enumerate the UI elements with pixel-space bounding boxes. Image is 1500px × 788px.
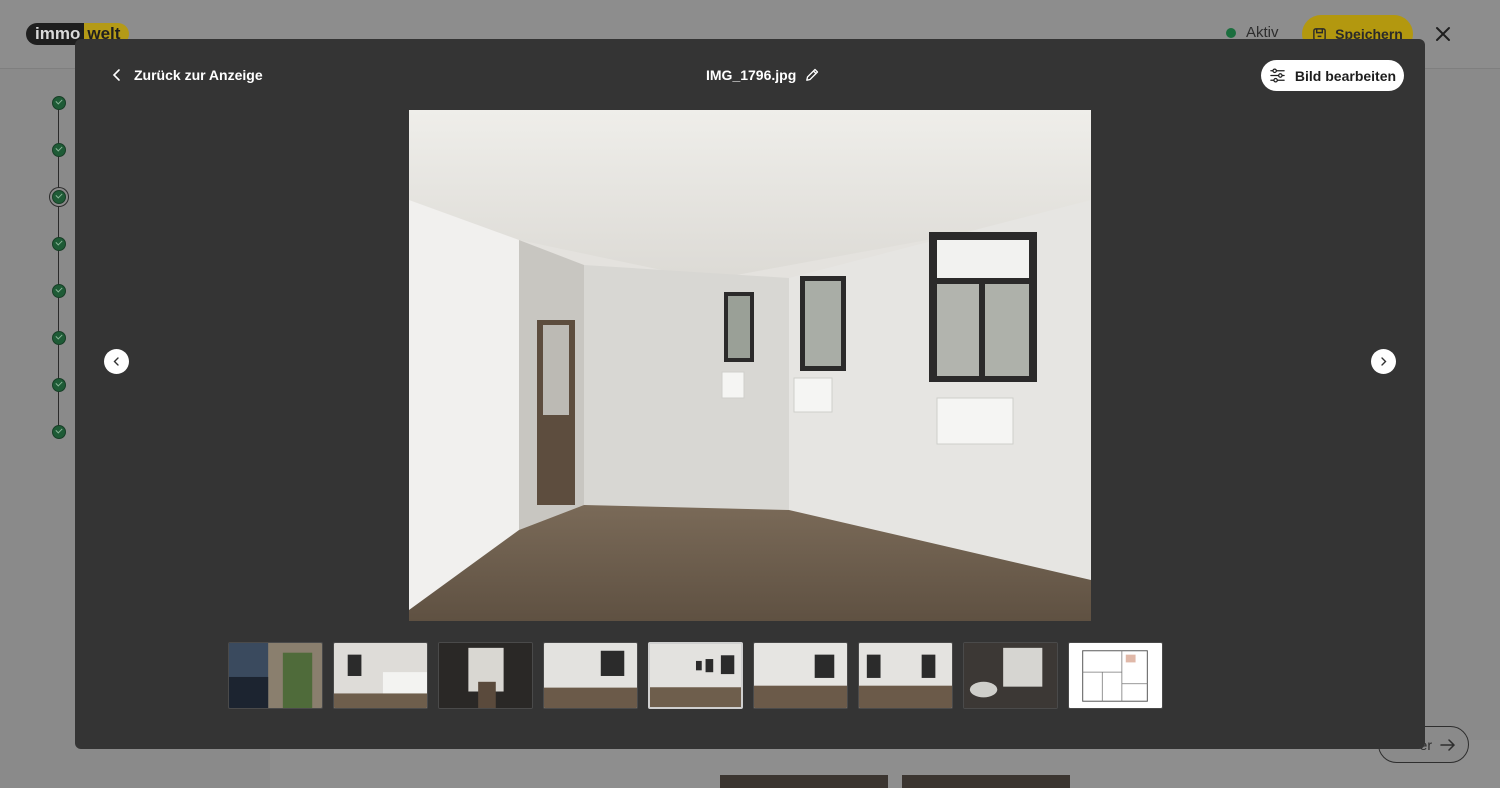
thumbnail-room-window-2[interactable] (753, 642, 848, 709)
background-photo-thumb (902, 775, 1070, 788)
thumbnail-building-facade[interactable] (228, 642, 323, 709)
thumbnail-strip (228, 642, 1163, 709)
progress-stepper (51, 96, 67, 441)
thumbnail-room-two-windows[interactable] (858, 642, 953, 709)
back-link-label: Zurück zur Anzeige (134, 67, 263, 83)
room-photo (409, 110, 1091, 621)
arrow-right-icon (1440, 738, 1456, 751)
thumbnail-hallway-stairs[interactable] (438, 642, 533, 709)
thumbnail-room-window[interactable] (543, 642, 638, 709)
sliders-icon (1270, 68, 1285, 83)
chevron-left-icon (113, 357, 119, 366)
thumbnail-bathroom[interactable] (963, 642, 1058, 709)
step-6-check-icon[interactable] (52, 331, 66, 345)
status-dot-icon (1226, 27, 1236, 38)
back-to-listing-link[interactable]: Zurück zur Anzeige (110, 65, 263, 85)
pencil-icon[interactable] (804, 67, 820, 83)
main-photo (409, 110, 1091, 621)
image-filename-text: IMG_1796.jpg (706, 67, 797, 83)
step-8-check-icon[interactable] (52, 425, 66, 439)
previous-image-button[interactable] (104, 349, 129, 374)
edit-image-label: Bild bearbeiten (1294, 67, 1397, 84)
background-photo-thumb (720, 775, 888, 788)
step-1-check-icon[interactable] (52, 96, 66, 110)
step-2-check-icon[interactable] (52, 143, 66, 157)
chevron-left-icon (112, 69, 120, 81)
step-4-check-icon[interactable] (52, 237, 66, 251)
thumbnail-kitchen[interactable] (333, 642, 428, 709)
thumbnail-floor-plan[interactable] (1068, 642, 1163, 709)
close-icon[interactable] (1433, 24, 1453, 44)
edit-image-button[interactable]: Bild bearbeiten (1261, 60, 1404, 91)
step-3-current-check-icon[interactable] (52, 190, 66, 204)
image-filename: IMG_1796.jpg (706, 65, 820, 85)
image-viewer-modal: Zurück zur Anzeige IMG_1796.jpg Bild bea… (75, 39, 1425, 749)
thumbnail-living-room[interactable] (648, 642, 743, 709)
step-7-check-icon[interactable] (52, 378, 66, 392)
chevron-right-icon (1381, 357, 1387, 366)
next-image-button[interactable] (1371, 349, 1396, 374)
step-5-check-icon[interactable] (52, 284, 66, 298)
